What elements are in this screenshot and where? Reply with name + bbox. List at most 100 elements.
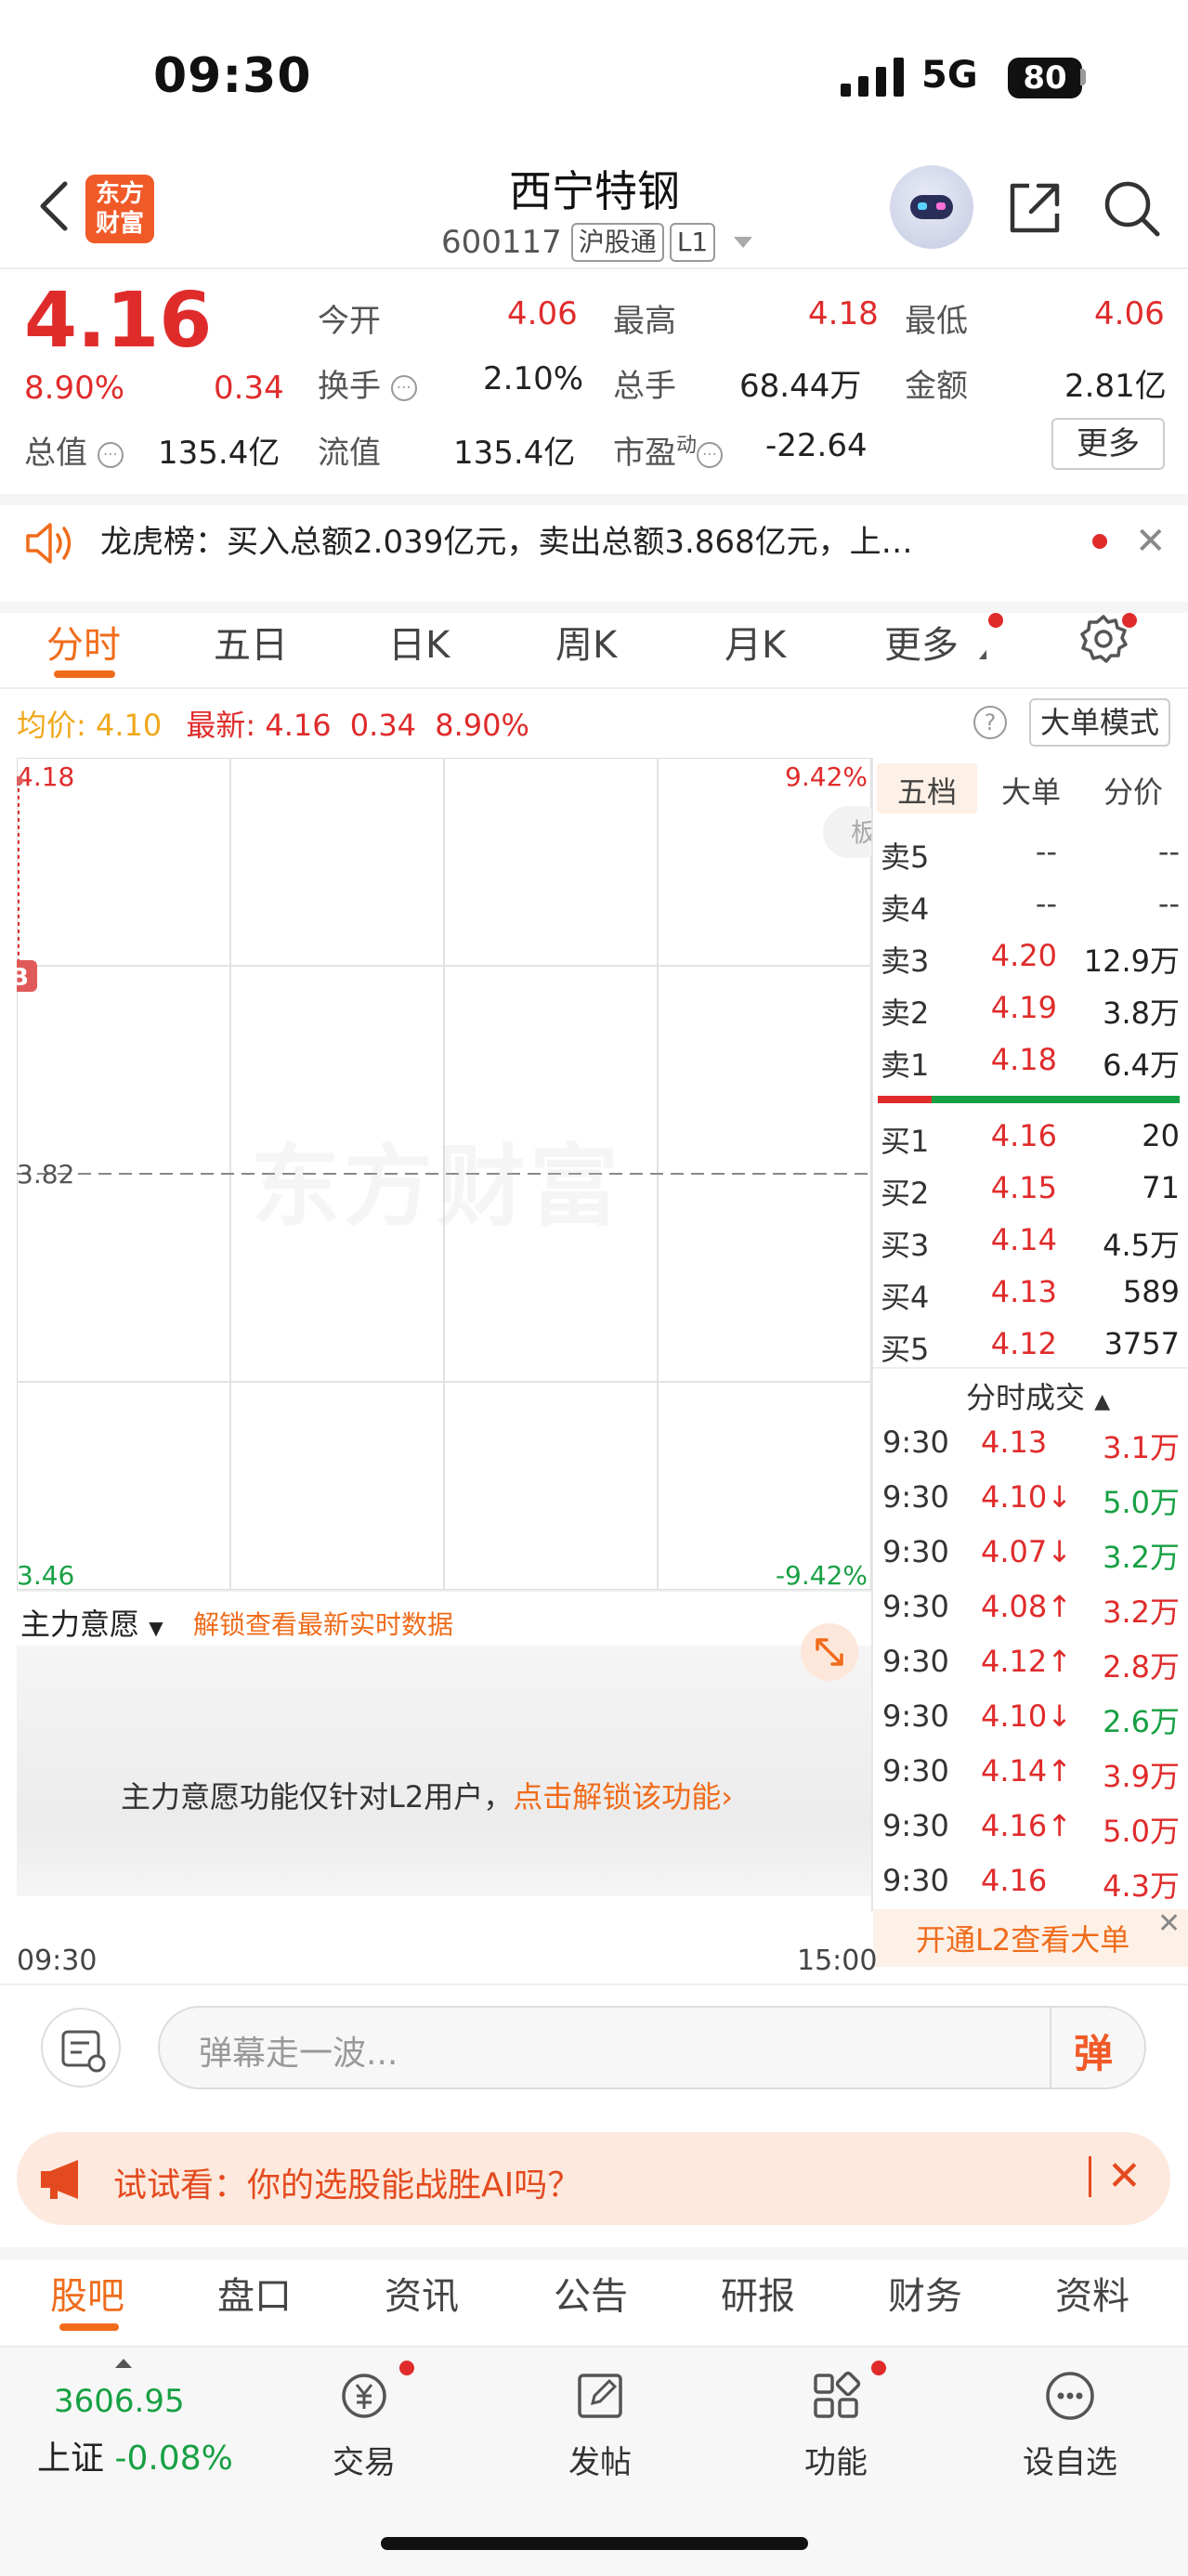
help-icon[interactable]: ? bbox=[973, 706, 1007, 739]
l2-promo-text[interactable]: 开通L2查看大单 bbox=[916, 1917, 1129, 1959]
bid-price: 4.13 bbox=[990, 1274, 1057, 1309]
trade-time: 9:30 bbox=[882, 1425, 949, 1460]
tab-finance[interactable]: 财务 bbox=[888, 2266, 962, 2320]
trade-volume: 3.2万 bbox=[1103, 1594, 1180, 1630]
current-price: 4.16 bbox=[24, 277, 213, 365]
trade-row: 9:30 4.14↑ 3.9万 bbox=[881, 1753, 1180, 1807]
stock-code-row[interactable]: 600117 沪股通 L1 bbox=[441, 219, 753, 266]
ask-row-1: 卖5 -- -- bbox=[881, 834, 1180, 886]
x-tick-start: 09:30 bbox=[17, 1945, 98, 1977]
trade-volume: 3.2万 bbox=[1103, 1540, 1180, 1575]
high-label: 最高 bbox=[613, 303, 676, 340]
close-icon[interactable]: ✕ bbox=[1157, 1907, 1181, 1940]
big-order-mode-button[interactable]: 大单模式 bbox=[1029, 698, 1170, 747]
trade-time: 9:30 bbox=[882, 1589, 949, 1624]
tab-month-k[interactable]: 月K bbox=[725, 615, 786, 669]
y-tick-mid: 3.82 bbox=[17, 1159, 74, 1190]
tab-week-k[interactable]: 周K bbox=[555, 615, 617, 669]
expand-icon[interactable] bbox=[801, 1623, 858, 1681]
trade-volume: 5.0万 bbox=[1103, 1814, 1180, 1849]
more-dots-icon bbox=[1046, 2372, 1094, 2420]
trade-time: 9:30 bbox=[882, 1698, 949, 1734]
ob-tab-price-dist[interactable]: 分价 bbox=[1103, 769, 1163, 812]
ask-price: 4.18 bbox=[990, 1042, 1057, 1077]
tab-day-k[interactable]: 日K bbox=[388, 615, 450, 669]
ob-tab-big-order[interactable]: 大单 bbox=[1001, 769, 1061, 812]
ask-price: 4.19 bbox=[990, 990, 1057, 1025]
close-icon[interactable]: ✕ bbox=[1107, 2153, 1142, 2200]
share-icon[interactable] bbox=[1005, 178, 1064, 238]
trade-row: 9:30 4.10↓ 5.0万 bbox=[881, 1479, 1180, 1533]
danmaku-settings-icon[interactable] bbox=[41, 2008, 121, 2088]
pe-value: -22.64 bbox=[765, 427, 868, 464]
more-button[interactable]: 更多 bbox=[1051, 418, 1165, 470]
tab-intraday[interactable]: 分时 bbox=[46, 615, 121, 669]
bid-volume: 589 bbox=[1122, 1274, 1180, 1309]
index-name-row[interactable]: 上证 -0.08% bbox=[37, 2431, 233, 2479]
danmaku-send-label: 弹 bbox=[1074, 2031, 1114, 2076]
info-icon[interactable]: ⋯ bbox=[97, 441, 124, 468]
trade-time: 9:30 bbox=[882, 1808, 949, 1843]
nav-trade[interactable]: 交易 bbox=[299, 2366, 429, 2482]
tab-forum[interactable]: 股吧 bbox=[50, 2266, 124, 2320]
watermark: 东方财富 bbox=[251, 1135, 622, 1239]
change-amt: 0.34 bbox=[214, 370, 284, 407]
nav-functions[interactable]: 功能 bbox=[771, 2366, 901, 2482]
ask-label: 卖1 bbox=[881, 1047, 930, 1083]
ask-volume: -- bbox=[1157, 886, 1180, 921]
trades-title[interactable]: 分时成交 ▲ bbox=[966, 1374, 1110, 1417]
signal-icon bbox=[841, 58, 904, 97]
bid-label: 买3 bbox=[881, 1228, 930, 1263]
open-value: 4.06 bbox=[507, 295, 578, 332]
stock-name: 西宁特钢 bbox=[509, 166, 680, 216]
ob-tab-five-level[interactable]: 五档 bbox=[897, 769, 957, 812]
notice-text[interactable]: 龙虎榜：买入总额2.039亿元，卖出总额3.868亿元，上… bbox=[100, 516, 913, 562]
back-arrow-icon[interactable] bbox=[35, 178, 72, 234]
trade-volume: 4.3万 bbox=[1103, 1868, 1180, 1904]
bid-volume: 71 bbox=[1142, 1170, 1180, 1205]
tab-handicap[interactable]: 盘口 bbox=[217, 2266, 292, 2320]
tab-research[interactable]: 研报 bbox=[721, 2266, 795, 2320]
danmaku-send-button[interactable]: 弹 bbox=[1050, 2008, 1144, 2088]
trade-price: 4.12↑ bbox=[981, 1644, 1073, 1679]
mainforce-unlock-button[interactable]: 点击解锁该功能 bbox=[513, 1779, 721, 1815]
ask-row-3: 卖3 4.20 12.9万 bbox=[881, 938, 1180, 990]
latest-label: 最新: bbox=[186, 708, 256, 743]
ask-price: -- bbox=[1035, 834, 1057, 869]
tab-announcement[interactable]: 公告 bbox=[554, 2266, 628, 2320]
chevron-down-icon[interactable] bbox=[734, 237, 753, 248]
tab-news[interactable]: 资讯 bbox=[385, 2266, 459, 2320]
bid-ask-ratio-bar bbox=[878, 1096, 1180, 1103]
mainforce-dropdown[interactable]: 主力意愿 ▼ bbox=[20, 1601, 163, 1644]
danmaku-list-icon bbox=[61, 2030, 106, 2073]
bid-volume: 4.5万 bbox=[1103, 1228, 1180, 1263]
info-icon[interactable]: ⋯ bbox=[390, 374, 417, 401]
ask-row-4: 卖2 4.19 3.8万 bbox=[881, 990, 1180, 1042]
bid-label: 买1 bbox=[881, 1124, 930, 1159]
trade-time: 9:30 bbox=[882, 1534, 949, 1569]
status-time: 09:30 bbox=[153, 48, 312, 104]
info-icon[interactable]: ⋯ bbox=[697, 441, 724, 468]
chart-header: 均价: 4.10 最新: 4.16 0.34 8.90% bbox=[17, 702, 529, 745]
tab-profile[interactable]: 资料 bbox=[1055, 2266, 1129, 2320]
index-value[interactable]: 3606.95 bbox=[54, 2383, 185, 2420]
close-icon[interactable]: ✕ bbox=[1135, 520, 1167, 563]
grid-icon bbox=[814, 2371, 861, 2418]
expand-arrows-icon bbox=[816, 1638, 843, 1666]
tab-five-day[interactable]: 五日 bbox=[214, 615, 288, 669]
ai-banner-divider bbox=[1089, 2156, 1091, 2197]
ai-banner-text[interactable]: 试试看：你的选股能战胜AI吗？ bbox=[113, 2158, 581, 2206]
mainforce-unlock-link[interactable]: 解锁查看最新实时数据 bbox=[193, 1605, 453, 1642]
trade-price: 4.16↑ bbox=[981, 1808, 1073, 1843]
nav-add-watchlist[interactable]: 设自选 bbox=[1005, 2366, 1135, 2482]
ask-price: 4.20 bbox=[990, 938, 1057, 973]
search-icon[interactable] bbox=[1100, 176, 1163, 240]
nav-post[interactable]: 发帖 bbox=[535, 2366, 665, 2482]
mainforce-msg-text: 主力意愿功能仅针对L2用户， bbox=[121, 1779, 514, 1815]
ask-row-2: 卖4 -- -- bbox=[881, 886, 1180, 938]
side-handle-label: 板 bbox=[851, 817, 871, 848]
ask-label: 卖3 bbox=[881, 943, 930, 979]
ai-robot-avatar-icon[interactable] bbox=[890, 165, 973, 249]
turnover-label-text: 换手 bbox=[318, 368, 381, 405]
tab-more[interactable]: 更多 bbox=[884, 615, 959, 669]
